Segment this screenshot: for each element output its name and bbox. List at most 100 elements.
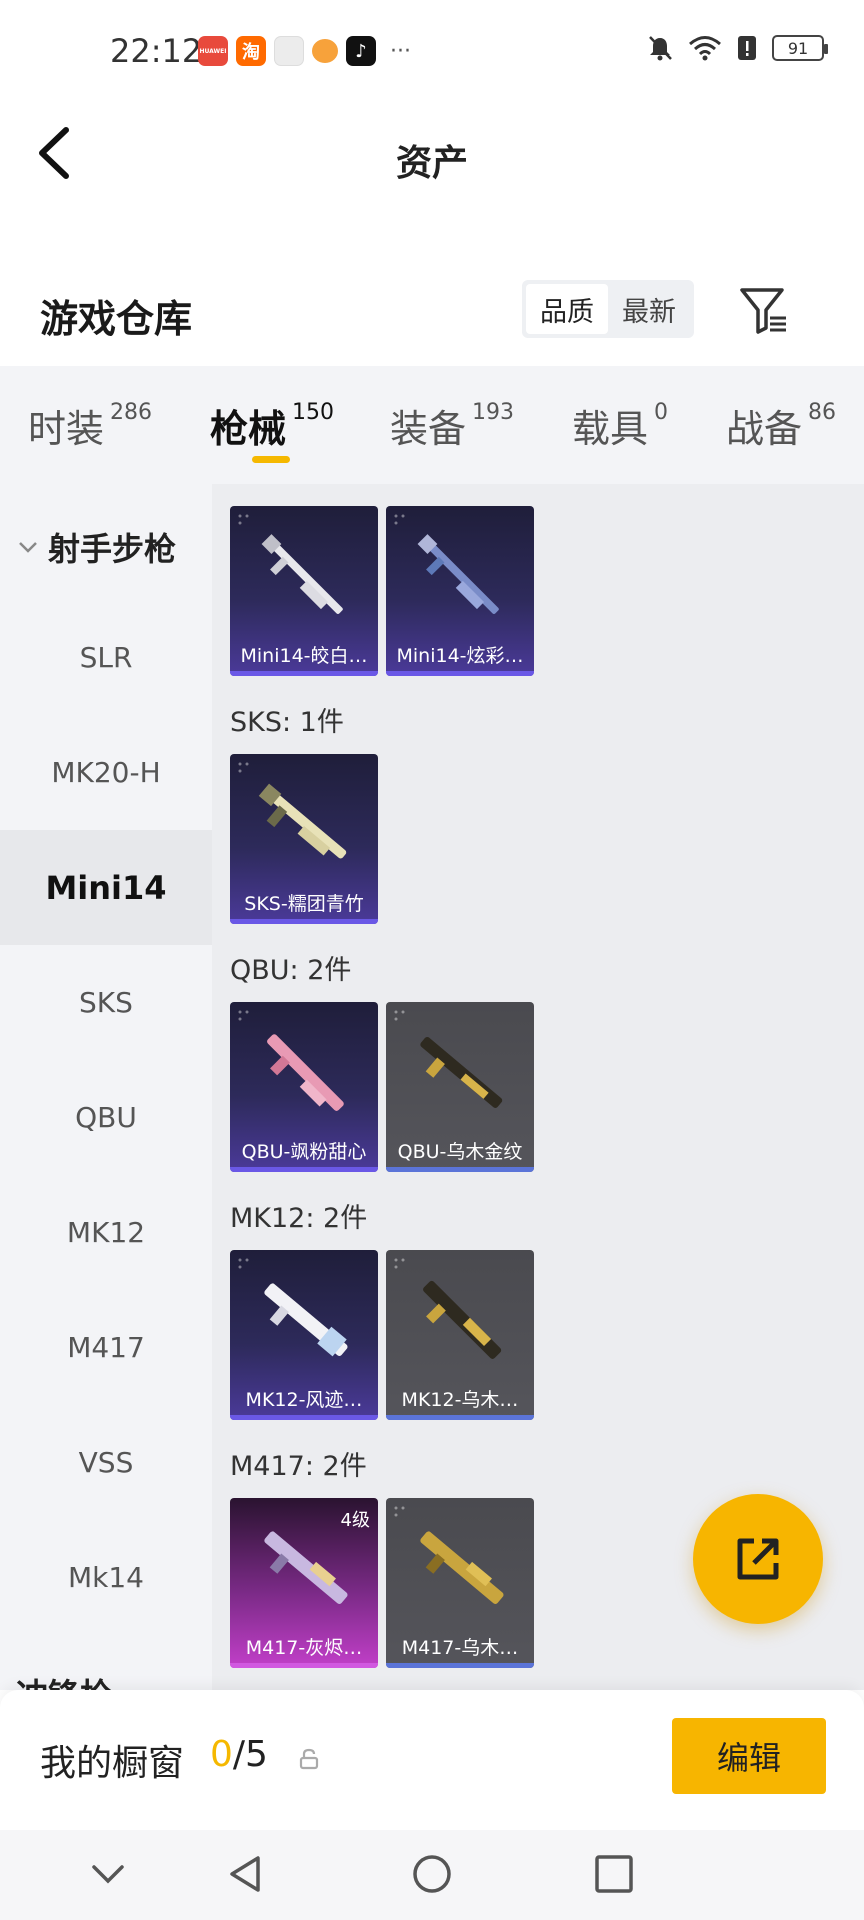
sidebar-group-marksman[interactable]: 射手步枪: [16, 524, 176, 570]
rarity-bar: [386, 1663, 534, 1668]
rifle-icon: [264, 1283, 348, 1357]
sidebar-item-slr[interactable]: SLR: [0, 600, 212, 715]
sidebar-item-mk12[interactable]: MK12: [0, 1175, 212, 1290]
sidebar-item-vss[interactable]: VSS: [0, 1405, 212, 1520]
tab-count: 150: [292, 400, 335, 425]
sort-by-newest-button[interactable]: 最新: [608, 284, 690, 334]
showcase-label: 我的橱窗: [40, 1743, 185, 1784]
sidebar-item-mk14[interactable]: Mk14: [0, 1520, 212, 1635]
weapon-card[interactable]: Mini14-皎白…: [230, 506, 378, 676]
tab-label: 载具: [572, 407, 649, 451]
rifle-icon: [264, 1531, 348, 1604]
sidebar-item-m417[interactable]: M417: [0, 1290, 212, 1405]
sidebar-item-qbu[interactable]: QBU: [0, 1060, 212, 1175]
tab-firearms[interactable]: 枪械 150: [210, 398, 334, 453]
rifle-icon: [258, 783, 347, 859]
tab-count: 286: [110, 400, 153, 425]
section-title-mk12: MK12: 2件: [230, 1203, 368, 1234]
tab-label: 枪械: [210, 407, 287, 451]
rarity-bar: [386, 1415, 534, 1420]
weapon-card-label: MK12-风迹…: [245, 1389, 363, 1411]
tab-fashion[interactable]: 时装 286: [28, 398, 152, 453]
nav-bar: 资产: [0, 100, 864, 210]
tab-vehicles[interactable]: 载具 0: [572, 398, 668, 453]
tab-label: 装备: [390, 407, 467, 451]
tab-count: 193: [472, 400, 515, 425]
edit-button[interactable]: 编辑: [672, 1718, 826, 1794]
sidebar-item-mk20h[interactable]: MK20-H: [0, 715, 212, 830]
sidebar-item-mini14[interactable]: Mini14: [0, 830, 212, 945]
rifle-icon: [420, 1036, 503, 1108]
rarity-bar: [386, 671, 534, 676]
rarity-bar: [230, 1167, 378, 1172]
rarity-bar: [386, 1167, 534, 1172]
weapon-card[interactable]: 4级 M417-灰烬…: [230, 1498, 378, 1668]
share-fab-button[interactable]: [693, 1494, 823, 1624]
weapon-card[interactable]: M417-乌木…: [386, 1498, 534, 1668]
weapon-card-label: QBU-乌木金纹: [397, 1141, 523, 1163]
rifle-icon: [420, 1531, 504, 1604]
wifi-icon: [689, 36, 721, 61]
more-notifications-icon: ···: [390, 38, 411, 64]
weapon-card[interactable]: QBU-飒粉甜心: [230, 1002, 378, 1172]
system-home-icon[interactable]: [410, 1852, 454, 1896]
sks-cards: SKS-糯团青竹: [230, 754, 378, 924]
system-navigation-bar: [0, 1830, 864, 1920]
weapon-card-label: Mini14-皎白…: [240, 645, 368, 667]
tab-supplies[interactable]: 战备 86: [726, 398, 836, 453]
share-icon: [737, 1538, 779, 1580]
status-bar: 22:12 HUAWEI 淘 ♪ ··· 91: [0, 0, 864, 100]
weapon-card[interactable]: SKS-糯团青竹: [230, 754, 378, 924]
section-title-qbu: QBU: 2件: [230, 955, 352, 986]
qbu-cards: QBU-飒粉甜心 QBU-乌木金纹: [230, 1002, 534, 1172]
tab-equipment[interactable]: 装备 193: [390, 398, 514, 453]
weapon-card-label: MK12-乌木…: [401, 1389, 519, 1411]
warehouse-title: 游戏仓库: [40, 297, 193, 341]
section-title-sks: SKS: 1件: [230, 707, 344, 738]
weapon-card[interactable]: QBU-乌木金纹: [386, 1002, 534, 1172]
tiktok-app-icon: ♪: [346, 36, 376, 66]
tab-count: 0: [654, 400, 669, 425]
m417-cards: 4级 M417-灰烬… M417-乌木…: [230, 1498, 534, 1668]
system-recents-icon[interactable]: [592, 1852, 636, 1896]
tab-label: 战备: [726, 407, 803, 451]
filter-button[interactable]: [738, 286, 790, 336]
tab-label: 时装: [28, 407, 105, 451]
weapon-card[interactable]: MK12-乌木…: [386, 1250, 534, 1420]
filter-icon: [740, 288, 786, 334]
sidebar-group-label: 射手步枪: [48, 530, 177, 568]
notification-app-icons: HUAWEI 淘 ♪ ···: [198, 36, 411, 66]
page-title: 资产: [395, 143, 468, 184]
lock-icon: [299, 1748, 319, 1770]
showcase-count-current: 0: [210, 1734, 233, 1775]
pumpkin-app-icon: [312, 39, 338, 63]
sort-toggle: 品质 最新: [522, 280, 694, 338]
mk12-cards: MK12-风迹… MK12-乌木…: [230, 1250, 534, 1420]
sidebar-group-smg[interactable]: 冲锋枪: [16, 1670, 112, 1690]
weapon-card[interactable]: Mini14-炫彩…: [386, 506, 534, 676]
showcase-count: 0/5: [210, 1734, 268, 1775]
sort-by-quality-button[interactable]: 品质: [526, 284, 608, 334]
category-tabs: 时装 286 枪械 150 装备 193 载具 0 战备 86: [0, 366, 864, 484]
rarity-bar: [230, 671, 378, 676]
sidebar-item-sks[interactable]: SKS: [0, 945, 212, 1060]
huawei-app-icon: HUAWEI: [198, 36, 228, 66]
weapon-card-label: QBU-飒粉甜心: [241, 1141, 367, 1163]
tab-count: 86: [808, 400, 837, 425]
active-tab-indicator: [252, 456, 290, 463]
my-showcase-bar: 我的橱窗 0/5 编辑: [0, 1690, 864, 1830]
chevron-down-icon: [19, 542, 37, 553]
weapon-card-label: SKS-糯团青竹: [244, 893, 364, 915]
rifle-icon: [261, 534, 343, 614]
system-back-icon[interactable]: [224, 1852, 268, 1896]
box-app-icon: [274, 36, 304, 66]
status-time: 22:12: [110, 32, 203, 70]
section-title-m417: M417: 2件: [230, 1451, 367, 1482]
rarity-bar: [230, 919, 378, 924]
showcase-count-total: /5: [232, 1734, 268, 1775]
alert-icon: [738, 36, 756, 60]
chevron-down-icon[interactable]: [86, 1852, 130, 1896]
weapon-card[interactable]: MK12-风迹…: [230, 1250, 378, 1420]
weapon-sidebar: 射手步枪 SLR MK20-H Mini14 SKS QBU MK12 M417…: [0, 484, 212, 1690]
rarity-bar: [230, 1663, 378, 1668]
